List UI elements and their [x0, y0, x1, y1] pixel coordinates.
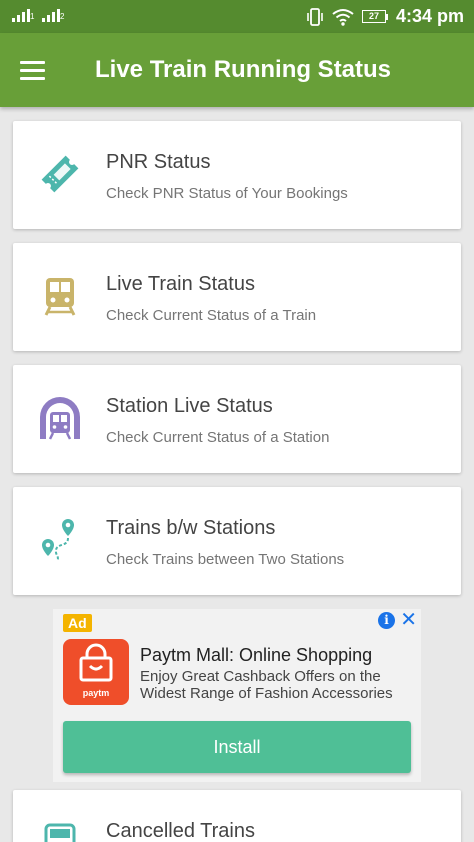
signal-icon — [12, 9, 30, 22]
install-button[interactable]: Install — [63, 721, 411, 773]
vibrate-icon — [307, 7, 323, 26]
tunnel-train-icon — [40, 397, 80, 440]
card-title: Trains b/w Stations — [106, 517, 276, 539]
signal-icon — [42, 9, 60, 22]
train-icon — [44, 823, 76, 842]
live-train-status-card[interactable]: Live Train Status Check Current Status o… — [13, 243, 461, 351]
ad-badge: Ad — [63, 614, 92, 632]
card-subtitle: Check Current Status of a Station — [106, 429, 330, 446]
station-live-status-card[interactable]: Station Live Status Check Current Status… — [13, 365, 461, 473]
app-title: Live Train Running Status — [95, 56, 392, 83]
ad-description: Enjoy Great Cashback Offers on the Wides… — [140, 668, 393, 702]
battery-level: 27 — [361, 10, 386, 23]
pnr-status-card[interactable]: PNR Status Check PNR Status of Your Book… — [13, 121, 461, 229]
ad-title: Paytm Mall: Online Shopping — [140, 645, 373, 665]
status-bar: 1 2 27 4:34 pm — [0, 0, 474, 33]
hamburger-menu-icon[interactable] — [20, 53, 54, 87]
wifi-icon — [332, 8, 354, 26]
route-pin-icon — [42, 519, 74, 562]
ticket-icon — [41, 155, 79, 193]
cancelled-trains-card[interactable]: Cancelled Trains — [13, 790, 461, 842]
clock: 4:34 pm — [395, 6, 464, 26]
logo-text: paytm — [82, 688, 110, 698]
card-title: Live Train Status — [106, 273, 255, 295]
card-subtitle: Check Current Status of a Train — [106, 307, 317, 324]
card-subtitle: Check Trains between Two Stations — [106, 551, 345, 568]
shopping-bag-icon — [79, 643, 113, 682]
card-subtitle: Check PNR Status of Your Bookings — [106, 185, 348, 202]
card-title: Station Live Status — [106, 395, 273, 417]
trains-between-stations-card[interactable]: Trains b/w Stations Check Trains between… — [13, 487, 461, 595]
paytm-logo: paytm — [63, 639, 129, 705]
ad-info-icon[interactable]: i — [378, 612, 395, 629]
card-title: Cancelled Trains — [106, 820, 255, 842]
train-icon — [44, 278, 76, 316]
sim1-label: 1 — [30, 12, 35, 21]
card-title: PNR Status — [106, 151, 211, 173]
ad-banner[interactable]: Ad i ✕ paytm Paytm Mall: Online Shopping… — [53, 609, 421, 782]
sim2-label: 2 — [60, 12, 65, 21]
app-bar: Live Train Running Status — [0, 33, 474, 107]
ad-close-icon[interactable]: ✕ — [400, 609, 417, 631]
battery-icon: 27 — [361, 10, 388, 23]
